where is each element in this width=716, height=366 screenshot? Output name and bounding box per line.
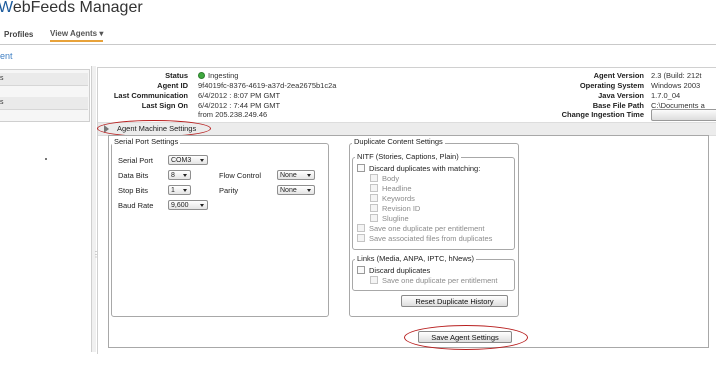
stop-bits-select[interactable]: 1: [168, 185, 191, 195]
serial-port-selected: COM3: [171, 157, 192, 164]
links-legend: Links (Media, ANPA, IPTC, hNews): [355, 254, 476, 263]
data-bits-select[interactable]: 8: [168, 170, 191, 180]
headline-label: Headline: [382, 184, 412, 193]
operating-system-value: Windows 2003: [651, 81, 701, 90]
save-associated-checkbox[interactable]: [357, 234, 365, 242]
dropdown-caret-icon: [183, 174, 187, 177]
dropdown-caret-icon: [200, 159, 204, 162]
dropdown-caret-icon: [200, 204, 204, 207]
operating-system-label: Operating System: [579, 81, 644, 90]
ingestion-time-input[interactable]: [651, 109, 716, 121]
duplicate-content-legend: Duplicate Content Settings: [352, 137, 445, 146]
dropdown-caret-icon: [307, 174, 311, 177]
baud-rate-select[interactable]: 9,600: [168, 200, 208, 210]
status-value: Ingesting: [198, 71, 238, 80]
slugline-label: Slugline: [382, 214, 409, 223]
splitter[interactable]: [91, 66, 96, 352]
top-nav: Profiles View Agents ▾: [0, 27, 716, 45]
sidebar-item-label: s: [0, 75, 4, 82]
serial-port-label: Serial Port: [118, 156, 154, 165]
highlight-oval: [404, 325, 528, 350]
parity-selected: None: [280, 187, 297, 194]
serial-port-legend: Serial Port Settings: [112, 137, 181, 146]
last-communication-value: 6/4/2012 : 8:07 PM GMT: [198, 91, 281, 100]
keywords-label: Keywords: [382, 194, 415, 203]
java-version-label: Java Version: [598, 91, 644, 100]
discard-matching-checkbox[interactable]: [357, 164, 365, 172]
flow-control-selected: None: [280, 172, 297, 179]
stop-bits-label: Stop Bits: [118, 186, 149, 195]
agent-id-value: 9f4019fc-8376-4619-a37d-2ea2675b1c2a: [198, 81, 337, 90]
nav-view-agents[interactable]: View Agents ▾: [50, 29, 104, 42]
flow-control-label: Flow Control: [219, 171, 262, 180]
nav-profiles[interactable]: Profiles: [4, 30, 33, 39]
flow-control-select[interactable]: None: [277, 170, 315, 180]
sidebar-item[interactable]: s: [0, 97, 88, 110]
from-ip-value: from 205.238.249.46: [198, 110, 268, 119]
keywords-checkbox[interactable]: [370, 194, 378, 202]
change-ingestion-time-label: Change Ingestion Time: [561, 110, 644, 119]
status-text: Ingesting: [208, 71, 239, 80]
baud-rate-selected: 9,600: [171, 202, 189, 209]
sidebar: s s: [0, 69, 90, 122]
links-save-one-checkbox[interactable]: [370, 276, 378, 284]
discard-duplicates-checkbox[interactable]: [357, 266, 365, 274]
sidebar-item-label: s: [0, 99, 4, 106]
body-checkbox[interactable]: [370, 174, 378, 182]
revision-id-label: Revision ID: [382, 204, 421, 213]
discard-duplicates-label: Discard duplicates: [369, 266, 431, 275]
base-file-path-label: Base File Path: [592, 101, 644, 110]
revision-id-checkbox[interactable]: [370, 204, 378, 212]
data-bits-selected: 8: [171, 172, 175, 179]
app-title-rest: ebFeeds Manager: [12, 0, 143, 16]
slugline-checkbox[interactable]: [370, 214, 378, 222]
links-fieldset: [352, 259, 515, 291]
java-version-value: 1.7.0_04: [651, 91, 681, 100]
status-label: Status: [165, 71, 188, 80]
app-title: WebFeeds Manager: [0, 0, 143, 17]
app-title-initial: W: [0, 0, 13, 16]
sidebar-item[interactable]: s: [0, 73, 88, 86]
links-save-one-label: Save one duplicate per entitlement: [382, 276, 498, 285]
stray-dot: [45, 158, 47, 160]
stop-bits-selected: 1: [171, 187, 175, 194]
dropdown-caret-icon: [183, 189, 187, 192]
body-label: Body: [382, 174, 400, 183]
save-one-duplicate-label: Save one duplicate per entitlement: [369, 224, 485, 233]
headline-checkbox[interactable]: [370, 184, 378, 192]
discard-matching-label: Discard duplicates with matching:: [369, 164, 481, 173]
dropdown-caret-icon: [307, 189, 311, 192]
data-bits-label: Data Bits: [118, 171, 149, 180]
save-one-duplicate-checkbox[interactable]: [357, 224, 365, 232]
agent-version-value: 2.3 (Build: 212t: [651, 71, 702, 80]
agent-version-label: Agent Version: [593, 71, 644, 80]
last-sign-on-value: 6/4/2012 : 7:44 PM GMT: [198, 101, 281, 110]
parity-label: Parity: [219, 186, 239, 195]
reset-duplicate-history-button[interactable]: Reset Duplicate History: [401, 295, 508, 307]
agent-id-label: Agent ID: [157, 81, 188, 90]
nitf-legend: NITF (Stories, Captions, Plain): [355, 152, 461, 161]
last-sign-on-label: Last Sign On: [141, 101, 188, 110]
last-communication-label: Last Communication: [113, 91, 188, 100]
save-associated-label: Save associated files from duplicates: [369, 234, 493, 243]
breadcrumb[interactable]: ent: [0, 51, 13, 61]
baud-rate-label: Baud Rate: [118, 201, 154, 210]
parity-select[interactable]: None: [277, 185, 315, 195]
serial-port-select[interactable]: COM3: [168, 155, 208, 165]
status-ok-icon: [198, 72, 205, 79]
